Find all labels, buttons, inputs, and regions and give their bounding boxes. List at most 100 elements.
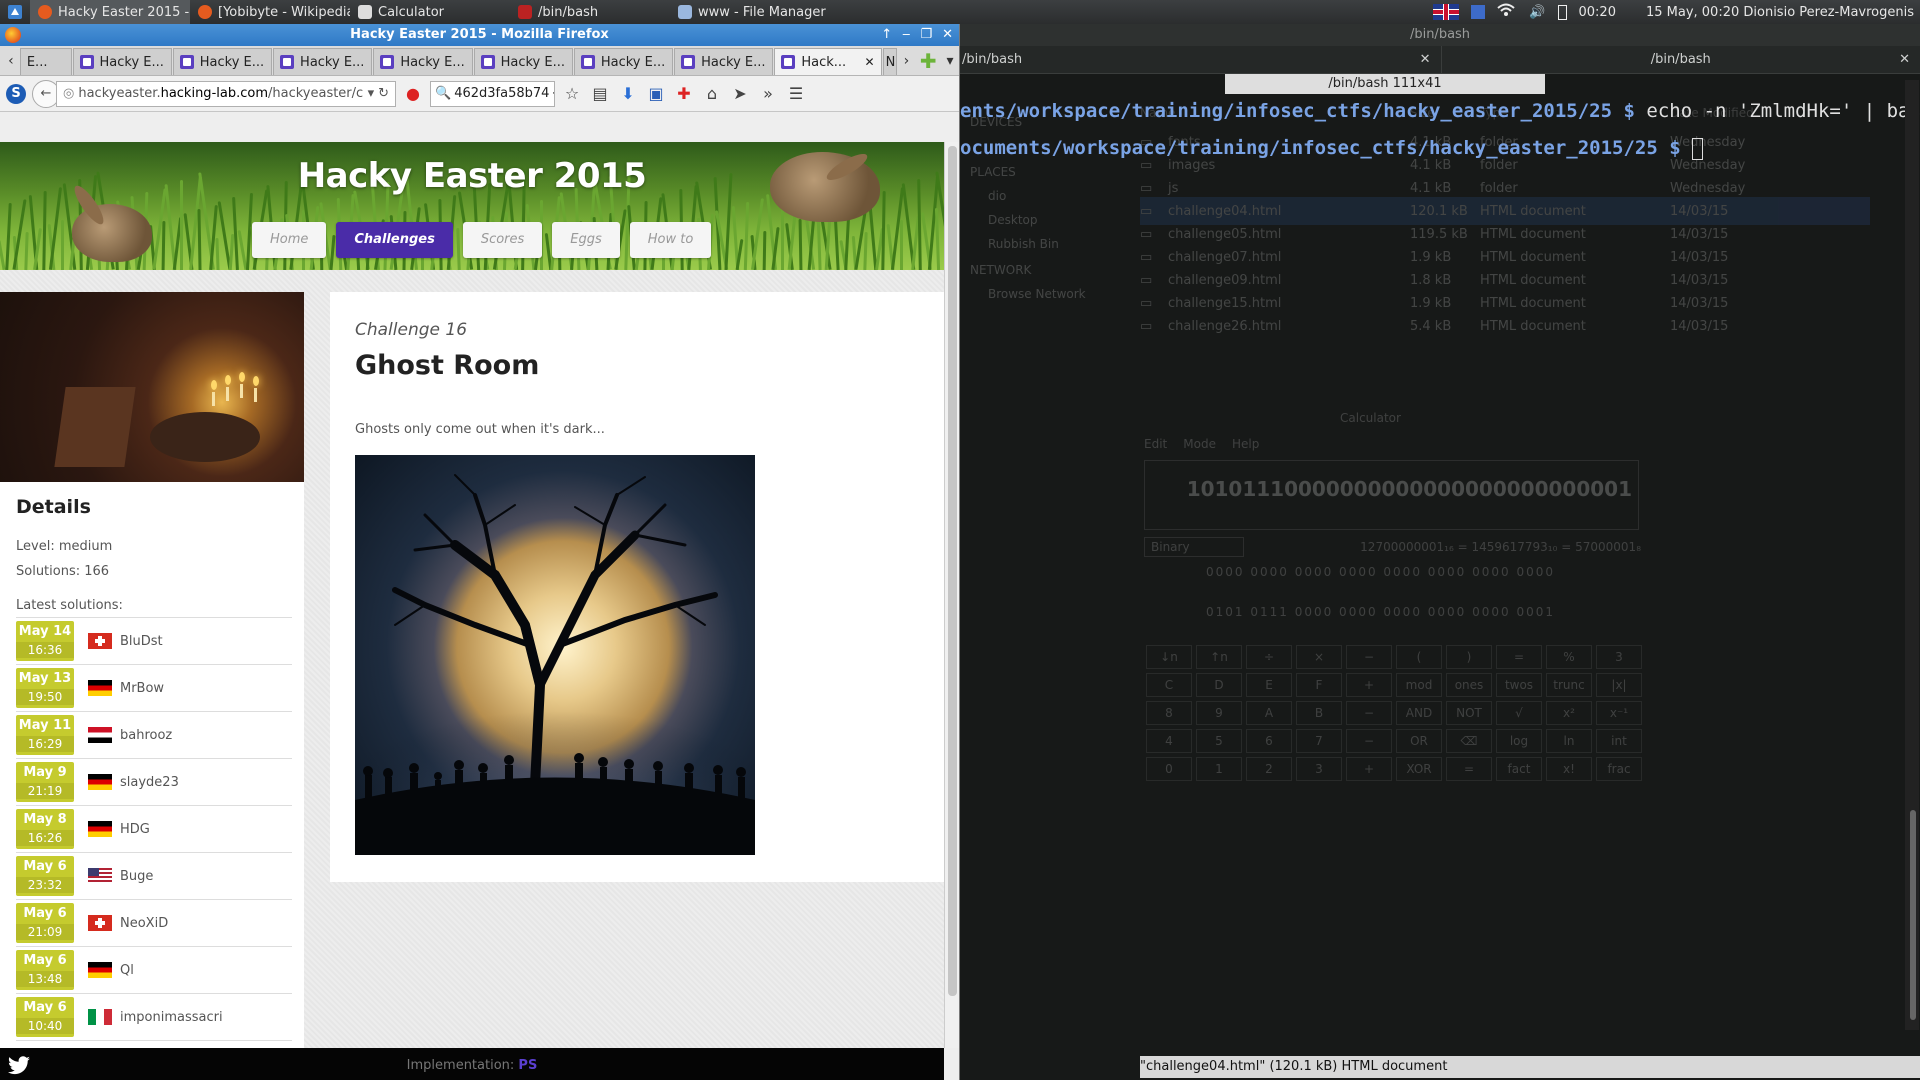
terminal-line-2[interactable]: ocuments/workspace/training/infosec_ctfs… [960, 137, 1704, 160]
moon-tree-challenge-image[interactable] [355, 455, 755, 855]
addon-red-icon[interactable]: ● [402, 83, 424, 105]
solver-name[interactable]: BluDst [120, 634, 163, 649]
solution-date: May 6 [23, 906, 67, 921]
keyboard-layout-flag-icon[interactable] [1433, 4, 1460, 20]
task-file-manager[interactable]: www - File Manager [670, 0, 850, 24]
tab-label: Hacky E... [300, 54, 365, 70]
bookmark-star-icon[interactable]: ☆ [561, 83, 583, 105]
maximize-up-icon[interactable]: ↑ [881, 24, 892, 46]
tab-label: Hacky E... [600, 54, 666, 70]
tab-scroll-left-icon[interactable]: ‹ [2, 47, 20, 75]
tab-label: N [885, 54, 896, 70]
firefox-icon[interactable] [5, 27, 21, 43]
browser-tab[interactable]: Hacky E... [573, 48, 674, 75]
browser-tab[interactable]: Hacky E... [674, 48, 774, 75]
solver-name[interactable]: slayde23 [120, 775, 179, 790]
minimize-icon[interactable]: ‒ [902, 24, 910, 46]
restore-icon[interactable]: ❐ [920, 24, 932, 46]
browser-tab-active[interactable]: Hack... ✕ [774, 48, 882, 75]
solution-time: 21:19 [16, 783, 74, 799]
solver-name[interactable]: Ql [120, 963, 134, 978]
browser-tab[interactable]: Hacky E... [72, 48, 172, 75]
nav-how-to[interactable]: How to [629, 222, 712, 258]
reload-icon[interactable]: ↻ [378, 86, 389, 101]
browser-tab[interactable]: E... [19, 48, 72, 75]
solver-name[interactable]: imponimassacri [120, 1010, 223, 1025]
firefox-window: Hacky Easter 2015 - Mozilla Firefox ↑ ‒ … [0, 24, 960, 1080]
browser-tab[interactable]: N [882, 48, 897, 75]
solution-row: May 8 16:26 HDG [16, 806, 292, 853]
terminal-tab-2[interactable]: /bin/bash ✕ [1442, 46, 1920, 73]
task-firefox[interactable]: Hacky Easter 2015 - Mozilla... [30, 0, 190, 24]
nav-eggs[interactable]: Eggs [552, 222, 620, 258]
footer-author-link[interactable]: PS [518, 1058, 537, 1073]
nav-home[interactable]: Home [252, 222, 327, 258]
send-icon[interactable]: ➤ [729, 83, 751, 105]
search-value: 462d3fa58b74 [454, 86, 550, 101]
solver-name[interactable]: NeoXiD [120, 916, 168, 931]
prompt-path: ocuments/workspace/training/infosec_ctfs… [960, 137, 1658, 159]
browser-tab[interactable]: Hacky E... [172, 48, 273, 75]
solution-row: May 6 21:09 NeoXiD [16, 900, 292, 947]
room-thumbnail-image [0, 292, 304, 482]
sync-icon[interactable]: S [6, 83, 26, 104]
scroll-thumb[interactable] [1910, 810, 1916, 1020]
addon-plus-icon[interactable]: ✚ [673, 83, 695, 105]
close-icon[interactable]: ✕ [865, 55, 875, 69]
terminal-tab-1[interactable]: /bin/bash ✕ [960, 46, 1442, 73]
app-menu-button[interactable] [0, 0, 30, 24]
save-icon[interactable]: ▣ [645, 83, 667, 105]
solver-name[interactable]: Buge [120, 869, 153, 884]
url-dropdown-icon[interactable]: ▾ [368, 86, 375, 101]
task-terminal[interactable]: /bin/bash [510, 0, 670, 24]
battery-icon[interactable] [1557, 4, 1567, 20]
close-icon[interactable]: ✕ [1420, 46, 1431, 74]
terminal-output: ents/workspace/training/infosec_ctfs/hac… [960, 100, 1920, 1060]
workspace-icon[interactable] [1471, 5, 1486, 19]
home-icon[interactable]: ⌂ [701, 83, 723, 105]
prompt-path: ents/workspace/training/infosec_ctfs/hac… [960, 100, 1613, 122]
volume-icon[interactable]: 🔊 [1529, 5, 1545, 20]
new-tab-icon[interactable]: ✚ [915, 47, 941, 75]
close-icon[interactable]: ✕ [1899, 46, 1910, 74]
hackylab-favicon-icon [781, 55, 796, 69]
solution-date: May 6 [23, 953, 67, 968]
nav-challenges[interactable]: Challenges [336, 222, 453, 258]
prompt-symbol: $ [1623, 100, 1635, 122]
page-vertical-scrollbar[interactable] [944, 142, 959, 1048]
clock[interactable]: 00:20 [1579, 5, 1616, 20]
solver-name[interactable]: bahrooz [120, 728, 172, 743]
browser-tab[interactable]: Hacky E... [273, 48, 373, 75]
date-user-label[interactable]: 15 May, 00:20 Dionisio Perez-Mavrogenis [1646, 5, 1914, 20]
terminal-scrollbar[interactable] [1905, 80, 1919, 1030]
hamburger-menu-icon[interactable]: ☰ [785, 83, 807, 105]
scroll-thumb[interactable] [948, 146, 957, 996]
menu-icon [8, 5, 22, 19]
terminal-tabbar: /bin/bash ✕ /bin/bash ✕ [960, 46, 1920, 74]
overflow-chevron-icon[interactable]: » [757, 83, 779, 105]
solver-name[interactable]: HDG [120, 822, 150, 837]
solution-row: May 14 16:36 BluDst [16, 618, 292, 665]
tab-list-icon[interactable]: ▾ [941, 47, 959, 75]
wifi-icon[interactable] [1497, 3, 1517, 21]
solution-date: May 8 [23, 812, 67, 827]
browser-tab[interactable]: Hacky E... [473, 48, 573, 75]
task-label: Calculator [378, 4, 445, 20]
terminal-line-1: ents/workspace/training/infosec_ctfs/hac… [960, 100, 1920, 122]
download-icon[interactable]: ⬇ [617, 83, 639, 105]
search-bar[interactable]: 🔍 462d3fa58b74 → [430, 80, 555, 107]
search-go-icon[interactable]: → [552, 86, 554, 101]
tab-scroll-right-icon[interactable]: › [898, 47, 916, 75]
task-calculator[interactable]: Calculator [350, 0, 510, 24]
terminal-tab-label: /bin/bash [962, 52, 1023, 67]
reading-list-icon[interactable]: ▤ [589, 83, 611, 105]
url-bar[interactable]: ◎ hackyeaster.hacking-lab.com/hackyeaste… [56, 80, 396, 107]
close-icon[interactable]: ✕ [942, 24, 953, 46]
nav-scores[interactable]: Scores [462, 222, 543, 258]
twitter-icon[interactable] [6, 1056, 32, 1076]
solver-name[interactable]: MrBow [120, 681, 164, 696]
status-text: "challenge04.html" (120.1 kB) HTML docum… [1140, 1059, 1448, 1074]
browser-tab[interactable]: Hacky E... [373, 48, 473, 75]
task-wikipedia[interactable]: [Yobibyte - Wikipedia, the f... [190, 0, 350, 24]
hare-left-image [70, 182, 152, 262]
